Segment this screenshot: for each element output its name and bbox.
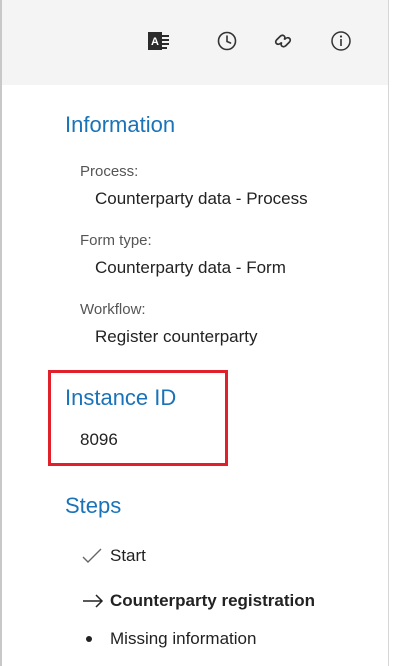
steps-heading: Steps bbox=[65, 493, 122, 518]
step-item-counterparty-registration: Counterparty registration bbox=[70, 589, 315, 613]
step-label: Missing information bbox=[110, 629, 257, 648]
workflow-value: Register counterparty bbox=[95, 327, 258, 346]
check-icon bbox=[70, 548, 110, 564]
arrow-right-icon bbox=[70, 594, 110, 608]
panel-toolbar: A bbox=[2, 0, 388, 85]
instance-id-heading: Instance ID bbox=[65, 385, 177, 410]
form-type-label: Form type: bbox=[80, 232, 152, 249]
form-icon[interactable]: A bbox=[146, 28, 172, 54]
bullet-icon bbox=[70, 632, 110, 646]
step-item-missing-information: Missing information bbox=[70, 627, 256, 651]
form-type-value: Counterparty data - Form bbox=[95, 258, 286, 277]
information-heading: Information bbox=[65, 112, 176, 137]
panel-left-border bbox=[0, 0, 2, 666]
workflow-label: Workflow: bbox=[80, 301, 146, 318]
instance-id-value: 8096 bbox=[80, 430, 118, 449]
history-icon[interactable] bbox=[214, 28, 240, 54]
step-label: Start bbox=[110, 546, 146, 565]
info-icon[interactable] bbox=[328, 28, 354, 54]
step-item-start: Start bbox=[70, 544, 146, 568]
link-icon[interactable] bbox=[270, 28, 296, 54]
panel-right-border bbox=[388, 0, 389, 666]
process-label: Process: bbox=[80, 163, 139, 180]
step-label: Counterparty registration bbox=[110, 591, 315, 610]
info-panel: A Information Process: Counterparty data… bbox=[0, 0, 400, 666]
svg-text:A: A bbox=[151, 36, 159, 48]
process-value: Counterparty data - Process bbox=[95, 189, 308, 208]
